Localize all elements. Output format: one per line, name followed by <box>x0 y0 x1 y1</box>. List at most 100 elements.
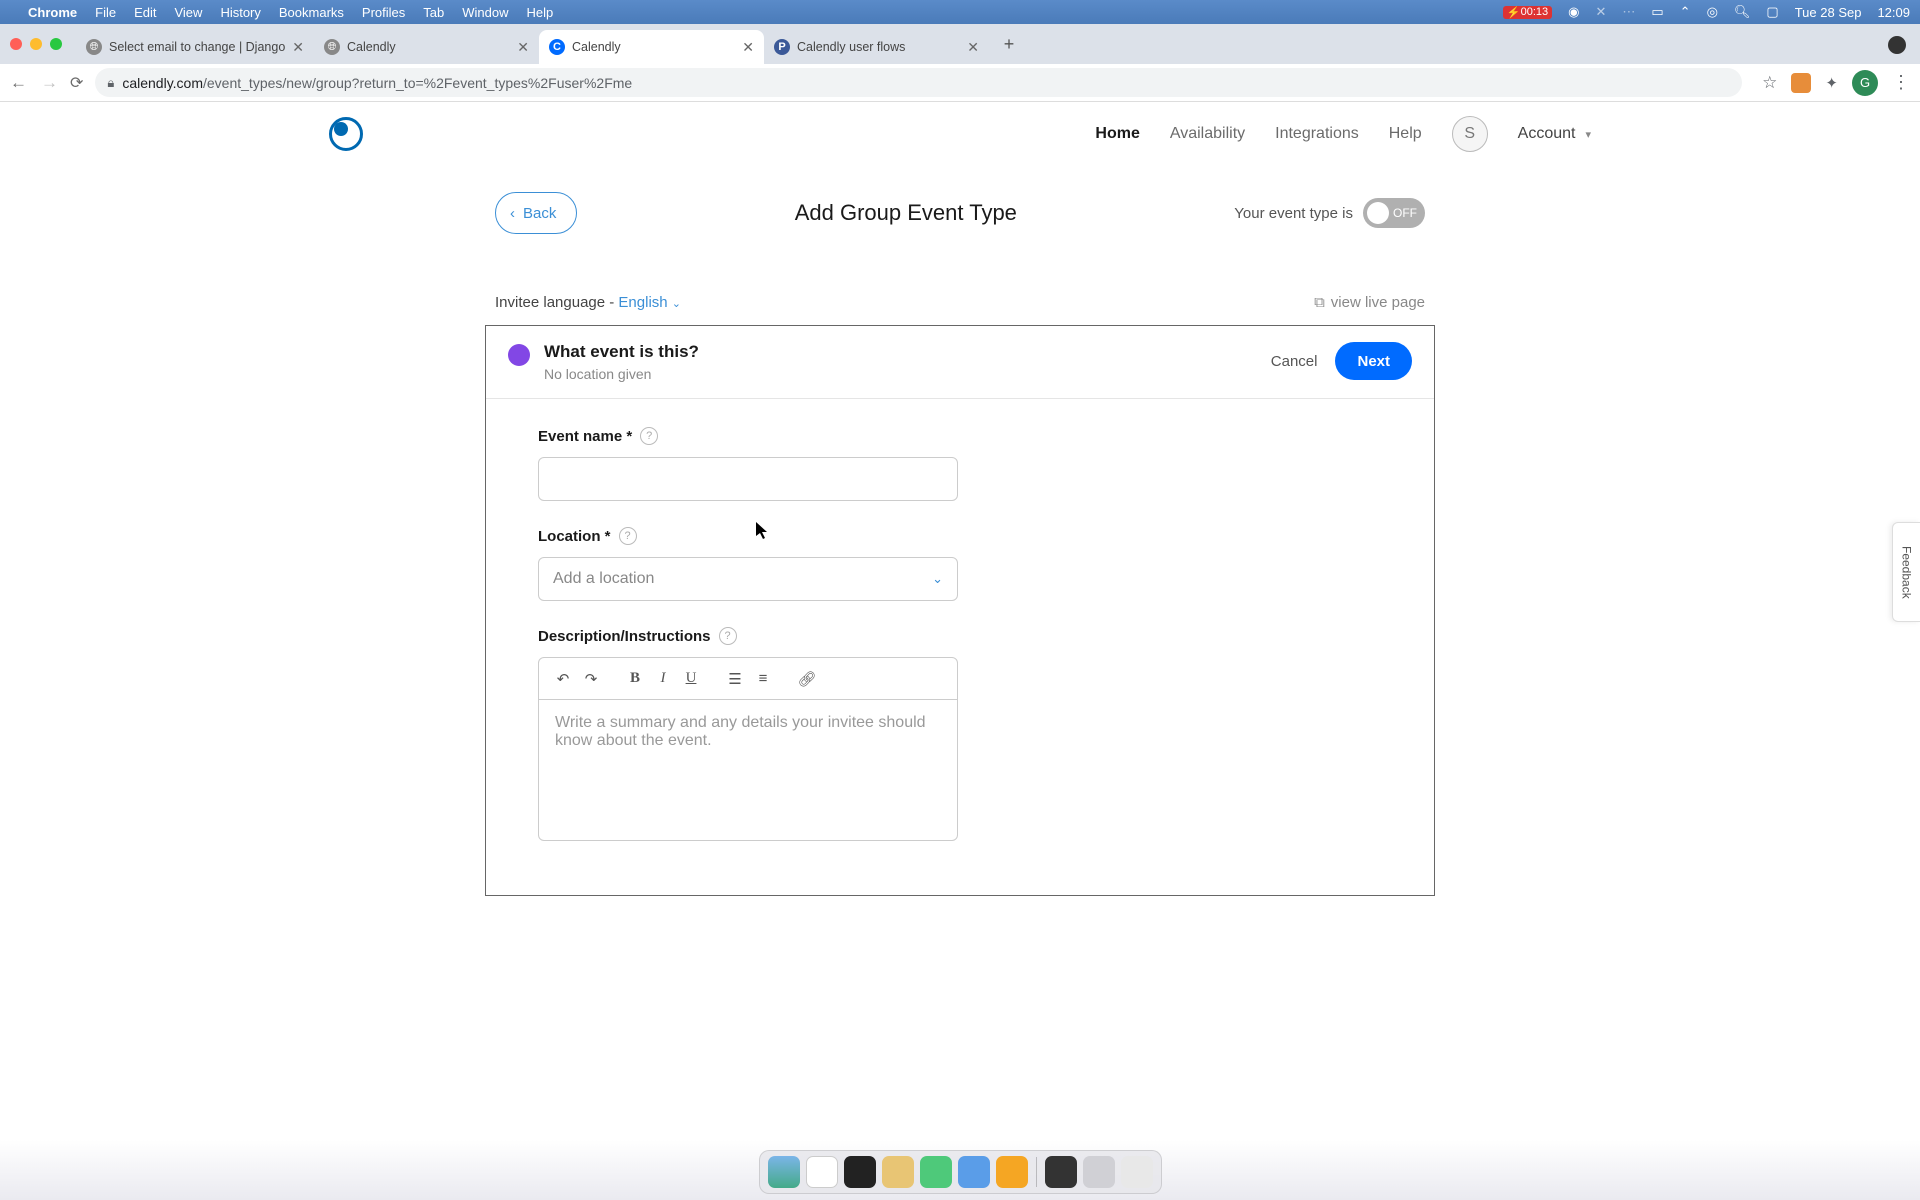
chrome-dock-icon[interactable] <box>806 1156 838 1188</box>
lock-icon[interactable]: 🔒︎ <box>107 75 114 91</box>
chevron-down-icon: ⌄ <box>932 571 943 587</box>
menubar-time[interactable]: 12:09 <box>1877 5 1910 20</box>
tab-1[interactable]: 🌐︎ Select email to change | Django ✕ <box>76 30 314 64</box>
app-icon-6[interactable] <box>1083 1156 1115 1188</box>
minimize-window[interactable] <box>30 38 42 50</box>
tab-title: Calendly user flows <box>797 40 960 54</box>
section-subtitle: No location given <box>544 366 699 382</box>
menubar-app[interactable]: Chrome <box>28 5 77 20</box>
redo-icon[interactable]: ↷ <box>579 667 603 691</box>
calendly-logo[interactable] <box>329 117 363 151</box>
battery-icon[interactable]: ▭ <box>1651 4 1663 20</box>
profile-avatar[interactable]: G <box>1852 70 1878 96</box>
app-icon-5[interactable] <box>1045 1156 1077 1188</box>
menu-bookmarks[interactable]: Bookmarks <box>279 5 344 20</box>
status-icon-2[interactable]: ✕ <box>1595 4 1606 20</box>
control-center-icon[interactable]: ◎ <box>1707 4 1718 20</box>
status-icon-3[interactable]: ⋯ <box>1622 4 1635 20</box>
help-icon[interactable]: ? <box>619 527 637 545</box>
italic-icon[interactable]: I <box>651 667 675 691</box>
tab-overflow-button[interactable] <box>1888 36 1906 54</box>
terminal-icon[interactable] <box>844 1156 876 1188</box>
app-icon-4[interactable] <box>996 1156 1028 1188</box>
menu-profiles[interactable]: Profiles <box>362 5 405 20</box>
event-form-card: What event is this? No location given Ca… <box>485 325 1435 896</box>
menubar-date[interactable]: Tue 28 Sep <box>1795 5 1862 20</box>
numbered-list-icon[interactable]: ≡ <box>751 667 775 691</box>
menu-file[interactable]: File <box>95 5 116 20</box>
help-icon[interactable]: ? <box>640 427 658 445</box>
menu-view[interactable]: View <box>174 5 202 20</box>
tab-2[interactable]: 🌐︎ Calendly ✕ <box>314 30 539 64</box>
tab-title: Calendly <box>572 40 735 54</box>
trash-icon[interactable] <box>1121 1156 1153 1188</box>
event-name-label: Event name * <box>538 428 632 445</box>
language-dropdown[interactable]: English ⌄ <box>618 294 681 311</box>
extensions-puzzle-icon[interactable]: ✦ <box>1825 74 1838 92</box>
dock <box>759 1150 1162 1194</box>
account-dropdown[interactable]: Account ▾ <box>1518 125 1591 143</box>
back-icon[interactable]: ← <box>10 73 27 93</box>
app-icon-2[interactable] <box>920 1156 952 1188</box>
nav-availability[interactable]: Availability <box>1170 125 1245 143</box>
close-icon[interactable]: ✕ <box>742 39 754 56</box>
app-header: Home Availability Integrations Help S Ac… <box>305 102 1615 166</box>
address-bar[interactable]: 🔒︎ calendly.com/event_types/new/group?re… <box>95 68 1742 97</box>
close-icon[interactable]: ✕ <box>967 39 979 56</box>
tab-title: Calendly <box>347 40 510 54</box>
cancel-button[interactable]: Cancel <box>1271 353 1318 370</box>
back-button[interactable]: ‹ Back <box>495 192 577 234</box>
menu-window[interactable]: Window <box>462 5 508 20</box>
chevron-left-icon: ‹ <box>510 205 515 222</box>
siri-icon[interactable]: ▢ <box>1766 4 1778 20</box>
description-textarea[interactable]: Write a summary and any details your inv… <box>539 700 957 840</box>
app-icon-1[interactable] <box>882 1156 914 1188</box>
toggle-knob <box>1367 202 1389 224</box>
undo-icon[interactable]: ↶ <box>551 667 575 691</box>
chrome-menu-icon[interactable]: ⋮ <box>1892 72 1910 93</box>
status-icon[interactable]: ◉ <box>1568 4 1579 20</box>
event-type-toggle[interactable]: OFF <box>1363 198 1425 228</box>
reload-icon[interactable]: ⟳ <box>70 73 83 93</box>
pageflows-icon: P <box>774 39 790 55</box>
close-icon[interactable]: ✕ <box>292 39 304 56</box>
nav-home[interactable]: Home <box>1095 125 1139 143</box>
feedback-tab[interactable]: Feedback <box>1892 522 1920 622</box>
event-name-input[interactable] <box>538 457 958 501</box>
wifi-icon[interactable]: ⌃ <box>1680 4 1691 20</box>
menu-tab[interactable]: Tab <box>423 5 444 20</box>
avatar[interactable]: S <box>1452 116 1488 152</box>
url-text: calendly.com/event_types/new/group?retur… <box>122 75 632 91</box>
tab-3-active[interactable]: C Calendly ✕ <box>539 30 764 64</box>
new-tab-button[interactable]: + <box>995 30 1023 58</box>
menu-history[interactable]: History <box>220 5 260 20</box>
help-icon[interactable]: ? <box>719 627 737 645</box>
menu-edit[interactable]: Edit <box>134 5 156 20</box>
bold-icon[interactable]: B <box>623 667 647 691</box>
menu-help[interactable]: Help <box>527 5 554 20</box>
app-icon-3[interactable] <box>958 1156 990 1188</box>
dock-separator <box>1036 1157 1037 1187</box>
finder-icon[interactable] <box>768 1156 800 1188</box>
tab-4[interactable]: P Calendly user flows ✕ <box>764 30 989 64</box>
close-icon[interactable]: ✕ <box>517 39 529 56</box>
nav-integrations[interactable]: Integrations <box>1275 125 1359 143</box>
battery-indicator[interactable]: ⚡00:13 <box>1503 6 1552 19</box>
bullet-list-icon[interactable]: ☰ <box>723 667 747 691</box>
next-button[interactable]: Next <box>1335 342 1412 380</box>
globe-icon: 🌐︎ <box>324 39 340 55</box>
calendly-icon: C <box>549 39 565 55</box>
bookmark-icon[interactable]: ☆ <box>1762 73 1777 93</box>
view-live-page-link[interactable]: ⧉ view live page <box>1314 294 1425 311</box>
chevron-down-icon: ▾ <box>1585 128 1591 141</box>
nav-help[interactable]: Help <box>1389 125 1422 143</box>
location-select[interactable]: Add a location ⌄ <box>538 557 958 601</box>
tab-title: Select email to change | Django <box>109 40 285 54</box>
extension-icon[interactable] <box>1791 73 1811 93</box>
close-window[interactable] <box>10 38 22 50</box>
link-icon[interactable]: 🔗︎ <box>795 667 819 691</box>
spotlight-icon[interactable]: 🔍︎ <box>1734 4 1751 20</box>
maximize-window[interactable] <box>50 38 62 50</box>
event-color-dot[interactable] <box>508 344 530 366</box>
underline-icon[interactable]: U <box>679 667 703 691</box>
